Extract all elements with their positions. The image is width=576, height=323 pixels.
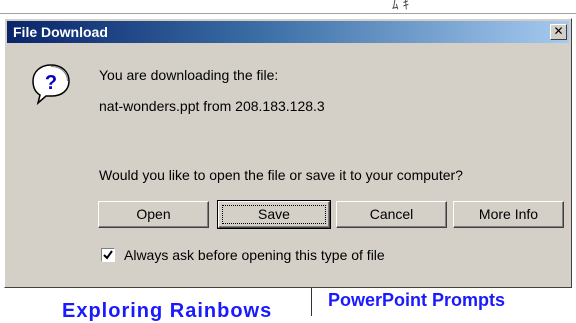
file-name-label: nat-wonders.ppt from 208.183.128.3 — [99, 98, 325, 114]
close-icon: ✕ — [553, 24, 564, 38]
file-download-dialog: File Download ✕ ? You are downloading th… — [4, 18, 572, 288]
always-ask-checkbox[interactable] — [101, 248, 115, 262]
background-divider — [311, 288, 312, 316]
always-ask-label[interactable]: Always ask before opening this type of f… — [124, 247, 385, 263]
open-or-save-question: Would you like to open the file or save … — [99, 167, 463, 183]
background-scribble: ﾑ ｷ — [392, 0, 410, 13]
cancel-button[interactable]: Cancel — [336, 201, 447, 228]
background-rule — [0, 13, 576, 14]
dialog-title: File Download — [13, 24, 108, 40]
more-info-button[interactable]: More Info — [453, 201, 564, 228]
checkmark-icon — [103, 250, 113, 260]
downloading-label: You are downloading the file: — [99, 67, 279, 83]
open-button[interactable]: Open — [98, 201, 209, 228]
question-icon: ? — [32, 64, 70, 105]
save-button[interactable]: Save — [217, 200, 331, 229]
close-button[interactable]: ✕ — [550, 24, 567, 40]
dialog-titlebar[interactable]: File Download ✕ — [7, 21, 569, 43]
focus-rectangle — [222, 205, 326, 224]
svg-text:?: ? — [45, 72, 57, 94]
background-text-left: Exploring Rainbows — [62, 300, 273, 322]
background-text-right: PowerPoint Prompts — [328, 290, 506, 310]
background-page-top: ﾑ ｷ — [0, 0, 576, 20]
